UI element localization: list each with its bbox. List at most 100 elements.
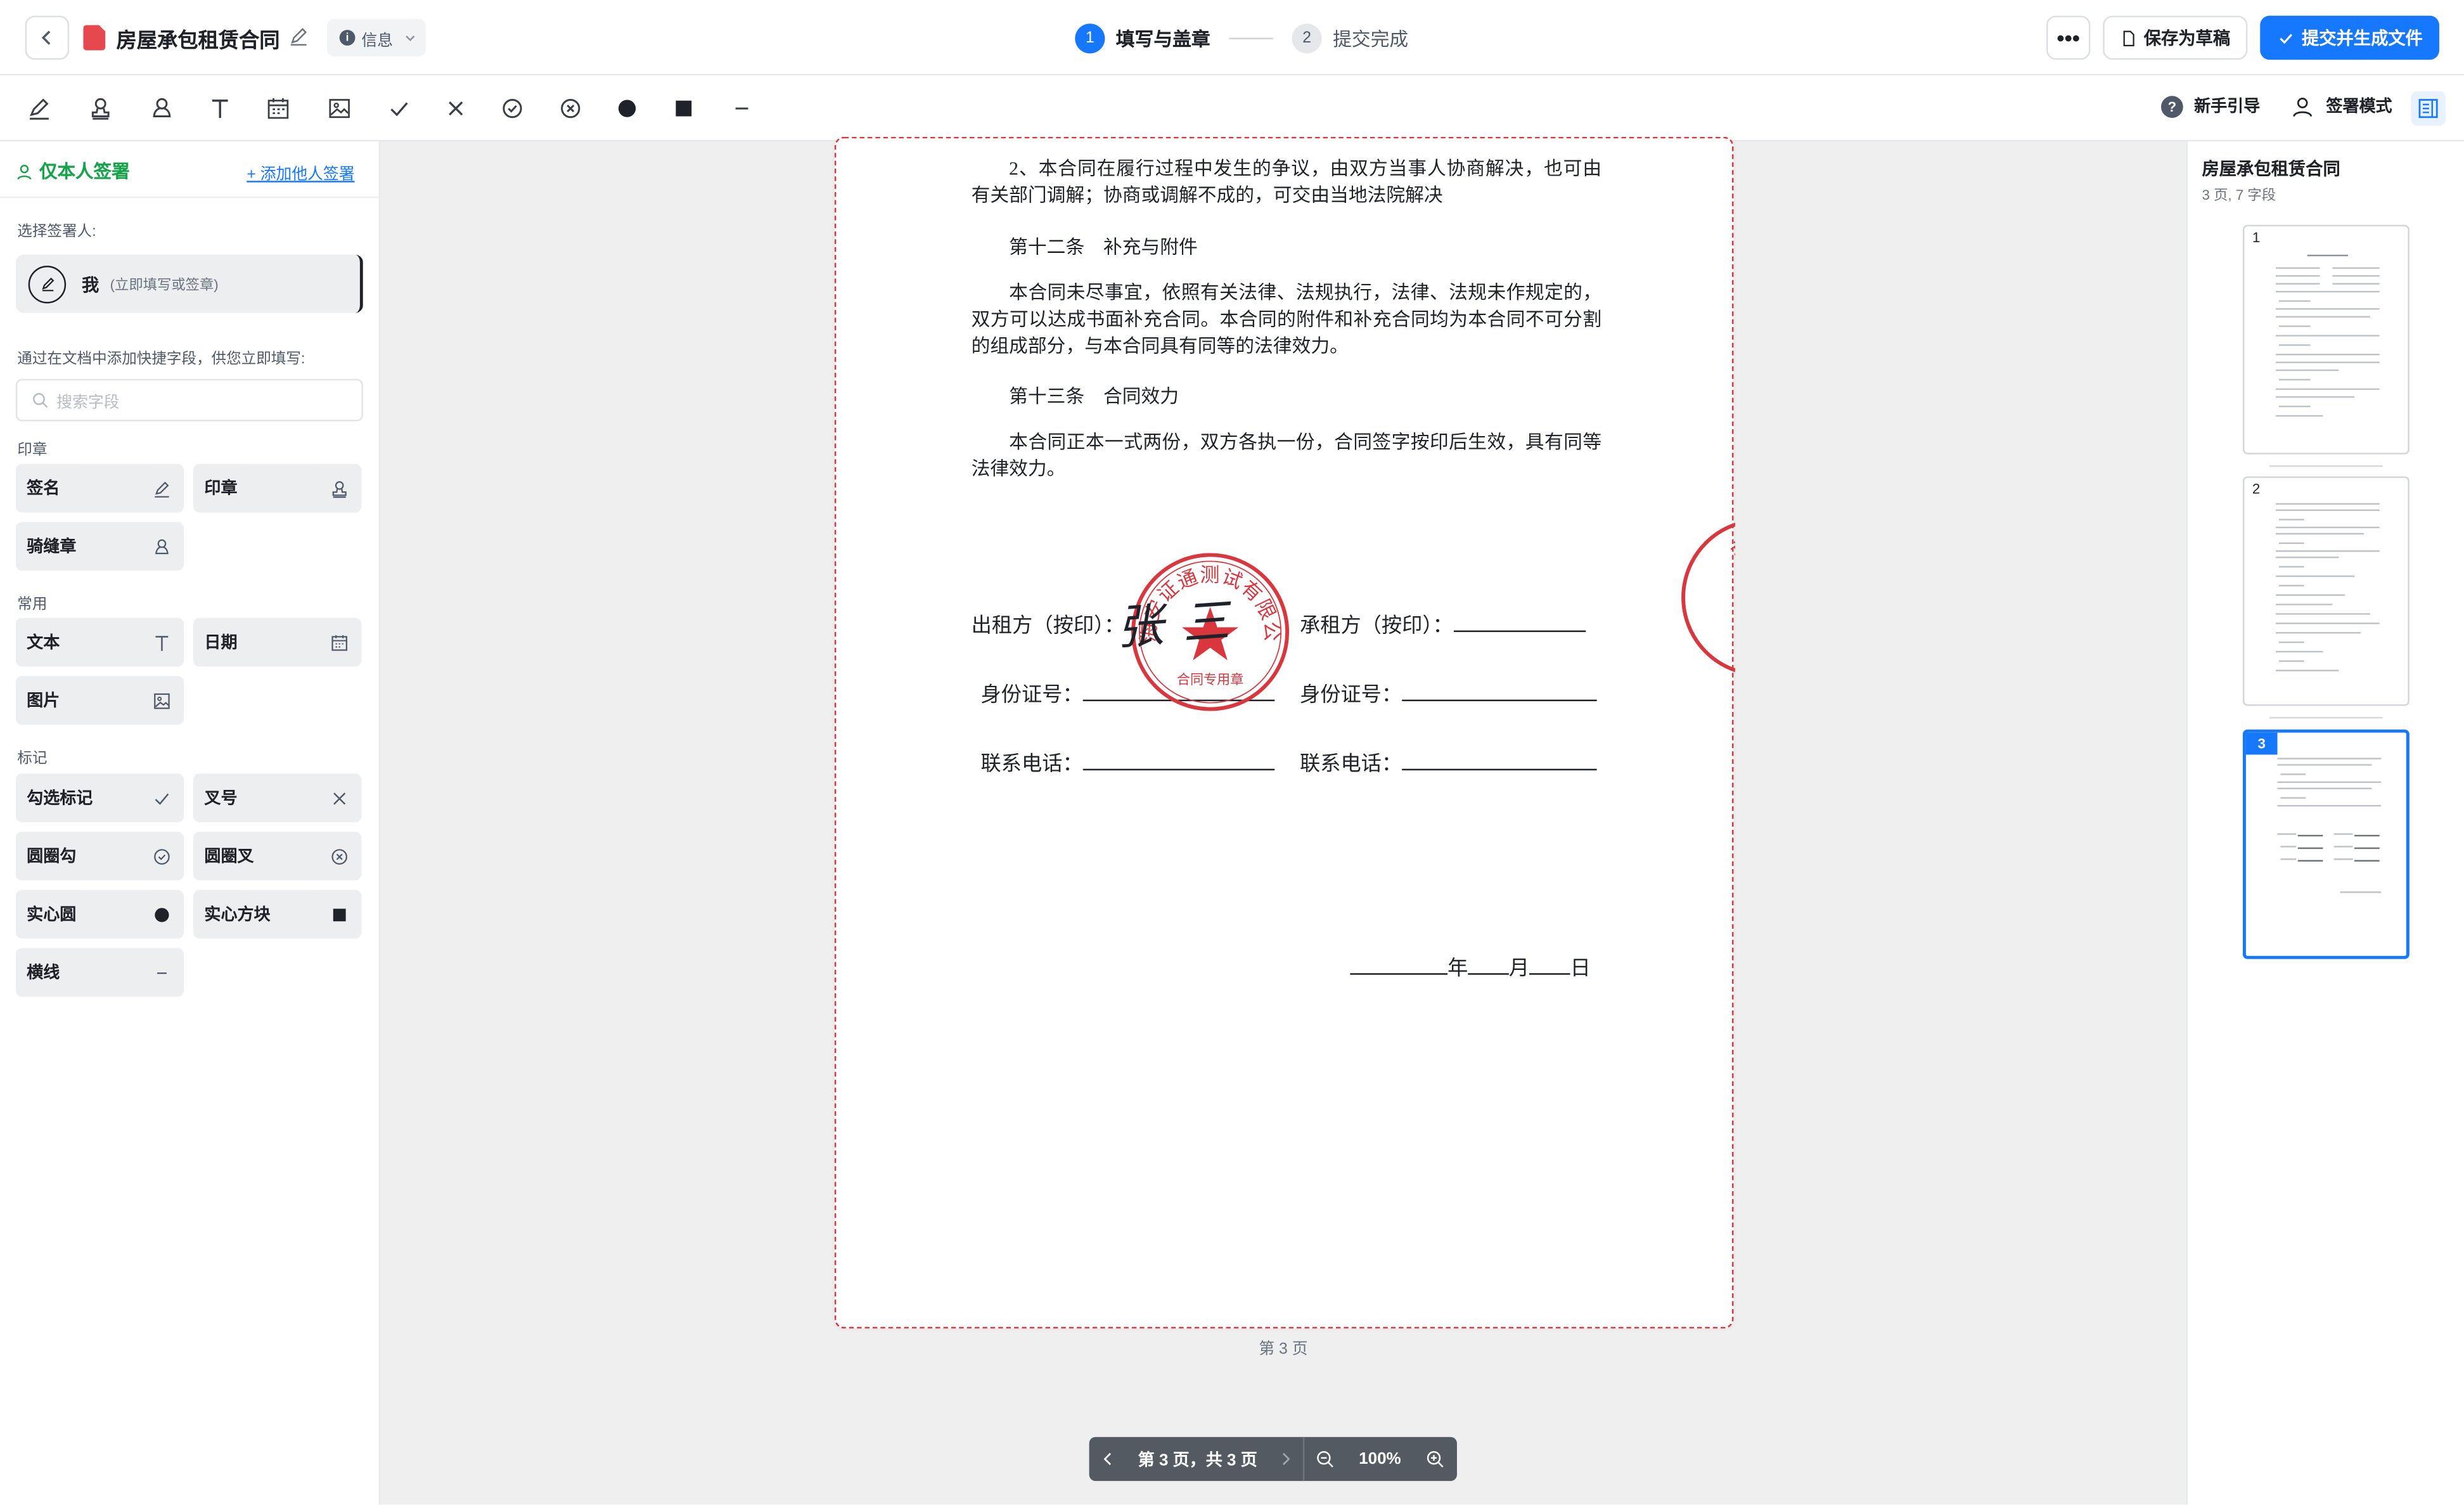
sign-mode-button[interactable]: 签署模式: [2292, 94, 2392, 118]
choose-signer-label: 选择签署人:: [17, 223, 96, 241]
field-circle-cross-label: 圆圈叉: [204, 847, 254, 867]
sidebar-header: 仅本人签署 + 添加他人签署: [0, 141, 379, 198]
field-toolbar: ? 新手引导 签署模式: [0, 75, 2464, 142]
page-indicator: 第 3 页，共 3 页: [1138, 1450, 1257, 1469]
lessor-phone-blank[interactable]: [1082, 751, 1275, 771]
line-icon[interactable]: [728, 94, 756, 123]
circle-check-icon[interactable]: [498, 94, 527, 123]
seam-seal-icon[interactable]: [148, 94, 176, 123]
panel-document-title: 房屋承包租赁合同: [2202, 160, 2340, 179]
guide-button[interactable]: ? 新手引导: [2161, 94, 2260, 118]
field-seam-seal[interactable]: 骑缝章: [15, 522, 184, 571]
seam-seal-stamp[interactable]: 有限公司: [1679, 515, 1735, 679]
next-page-button[interactable]: [1268, 1437, 1303, 1481]
zoom-out-button[interactable]: [1304, 1437, 1345, 1481]
calendar-icon[interactable]: [264, 94, 293, 123]
lessee-sign-blank[interactable]: [1453, 613, 1586, 632]
seal-icon[interactable]: [86, 94, 115, 123]
image-icon[interactable]: [325, 94, 354, 123]
panel-toggle-button[interactable]: [2411, 91, 2446, 126]
check-icon[interactable]: [385, 94, 414, 123]
edit-title-icon[interactable]: [288, 25, 310, 48]
search-icon: [33, 393, 48, 408]
seam-seal-text: 有限公司: [1725, 534, 1735, 608]
field-circle-check-label: 圆圈勾: [27, 847, 77, 867]
page-thumbnail-3[interactable]: 3: [2242, 729, 2409, 959]
field-seal[interactable]: 印章: [193, 463, 362, 513]
field-image-label: 图片: [27, 692, 60, 711]
lessor-phone-label: 联系电话：: [980, 751, 1083, 775]
step-connector: [1229, 37, 1273, 39]
page-thumbnail-1[interactable]: 1: [2242, 224, 2409, 455]
mode-label: 仅本人签署: [39, 163, 130, 183]
document-page[interactable]: 2、本合同在履行过程中发生的争议，由双方当事人协商解决，也可由有关部门调解；协商…: [834, 136, 1735, 1329]
field-line[interactable]: 横线: [15, 948, 184, 997]
field-line-label: 横线: [27, 964, 60, 983]
chevron-left-icon: [41, 30, 51, 45]
save-draft-label: 保存为草稿: [2143, 30, 2231, 49]
field-solid-circle[interactable]: 实心圆: [15, 889, 184, 939]
month-blank[interactable]: [1468, 956, 1509, 975]
submit-button[interactable]: 提交并生成文件: [2260, 15, 2439, 60]
seal-icon: [332, 480, 347, 498]
field-signature[interactable]: 签名: [15, 463, 184, 513]
chevron-down-icon: [406, 36, 415, 41]
step-1-number: 1: [1075, 22, 1105, 53]
field-text[interactable]: 文本: [15, 617, 184, 667]
lessee-id-blank[interactable]: [1402, 682, 1597, 702]
page-thumbnail-2[interactable]: 2: [2242, 476, 2409, 706]
info-dropdown-button[interactable]: i 信息: [326, 18, 427, 57]
cross-icon[interactable]: [442, 94, 470, 123]
field-solid-square-label: 实心方块: [204, 905, 271, 925]
check-icon: [155, 792, 169, 804]
field-image[interactable]: 图片: [15, 676, 184, 725]
step-2-number: 2: [1292, 22, 1322, 53]
date-line: 年月日: [1350, 951, 1591, 981]
field-search-input[interactable]: 搜索字段: [15, 378, 363, 422]
lessee-id-label: 身份证号：: [1299, 682, 1402, 706]
more-button[interactable]: •••: [2046, 15, 2091, 60]
article-12-title: 第十二条 补充与附件: [1009, 236, 1198, 258]
lessee-phone-line: 联系电话：: [1300, 747, 1597, 777]
clause-paragraph-3: 本合同正本一式两份，双方各执一份，合同签字按印后生效，具有同等法律效力。: [971, 430, 1602, 480]
top-header: 房屋承包租赁合同 i 信息 1 填写与盖章 2 提交完成 ••• 保存为草稿 提…: [0, 0, 2464, 76]
handwritten-signature[interactable]: 张三: [1113, 580, 1250, 658]
back-button[interactable]: [25, 15, 70, 60]
info-icon: i: [339, 30, 356, 46]
prev-page-button[interactable]: [1089, 1437, 1127, 1481]
day-label: 日: [1570, 955, 1591, 980]
help-icon: ?: [2161, 95, 2183, 117]
field-date[interactable]: 日期: [193, 617, 362, 667]
seal-bottom-text: 合同专用章: [1177, 672, 1243, 687]
document-canvas[interactable]: 2、本合同在履行过程中发生的争议，由双方当事人协商解决，也可由有关部门调解；协商…: [380, 136, 2186, 1505]
filled-circle-icon[interactable]: [613, 94, 641, 123]
year-blank[interactable]: [1350, 956, 1448, 975]
group-common-label: 常用: [17, 595, 48, 614]
year-label: 年: [1447, 955, 1468, 980]
line-icon: [157, 971, 167, 973]
text-icon[interactable]: [206, 94, 234, 123]
page-number-label: 第 3 页: [1259, 1341, 1308, 1359]
filled-square-icon[interactable]: [669, 94, 698, 123]
field-solid-square[interactable]: 实心方块: [193, 889, 362, 939]
add-signer-link[interactable]: + 添加他人签署: [247, 160, 354, 184]
field-circle-cross[interactable]: 圆圈叉: [193, 831, 362, 881]
save-draft-button[interactable]: 保存为草稿: [2103, 15, 2248, 60]
circle-check-icon: [154, 848, 170, 864]
signer-card[interactable]: 我 (立即填写或签章): [15, 254, 363, 313]
zoom-in-button[interactable]: [1415, 1437, 1455, 1481]
guide-label: 新手引导: [2194, 97, 2261, 117]
field-cross[interactable]: 叉号: [193, 773, 362, 823]
pdf-file-icon: [83, 25, 106, 51]
step-1-label: 填写与盖章: [1115, 27, 1210, 50]
lessee-phone-blank[interactable]: [1402, 751, 1597, 771]
circle-cross-icon[interactable]: [556, 94, 585, 123]
day-blank[interactable]: [1529, 956, 1570, 975]
month-label: 月: [1508, 955, 1530, 980]
field-circle-check[interactable]: 圆圈勾: [15, 831, 184, 881]
seam-seal-icon: [155, 538, 169, 553]
field-check[interactable]: 勾选标记: [15, 773, 184, 823]
circle-cross-icon: [331, 848, 347, 864]
group-mark-label: 标记: [17, 749, 48, 768]
signature-icon[interactable]: [25, 94, 54, 123]
